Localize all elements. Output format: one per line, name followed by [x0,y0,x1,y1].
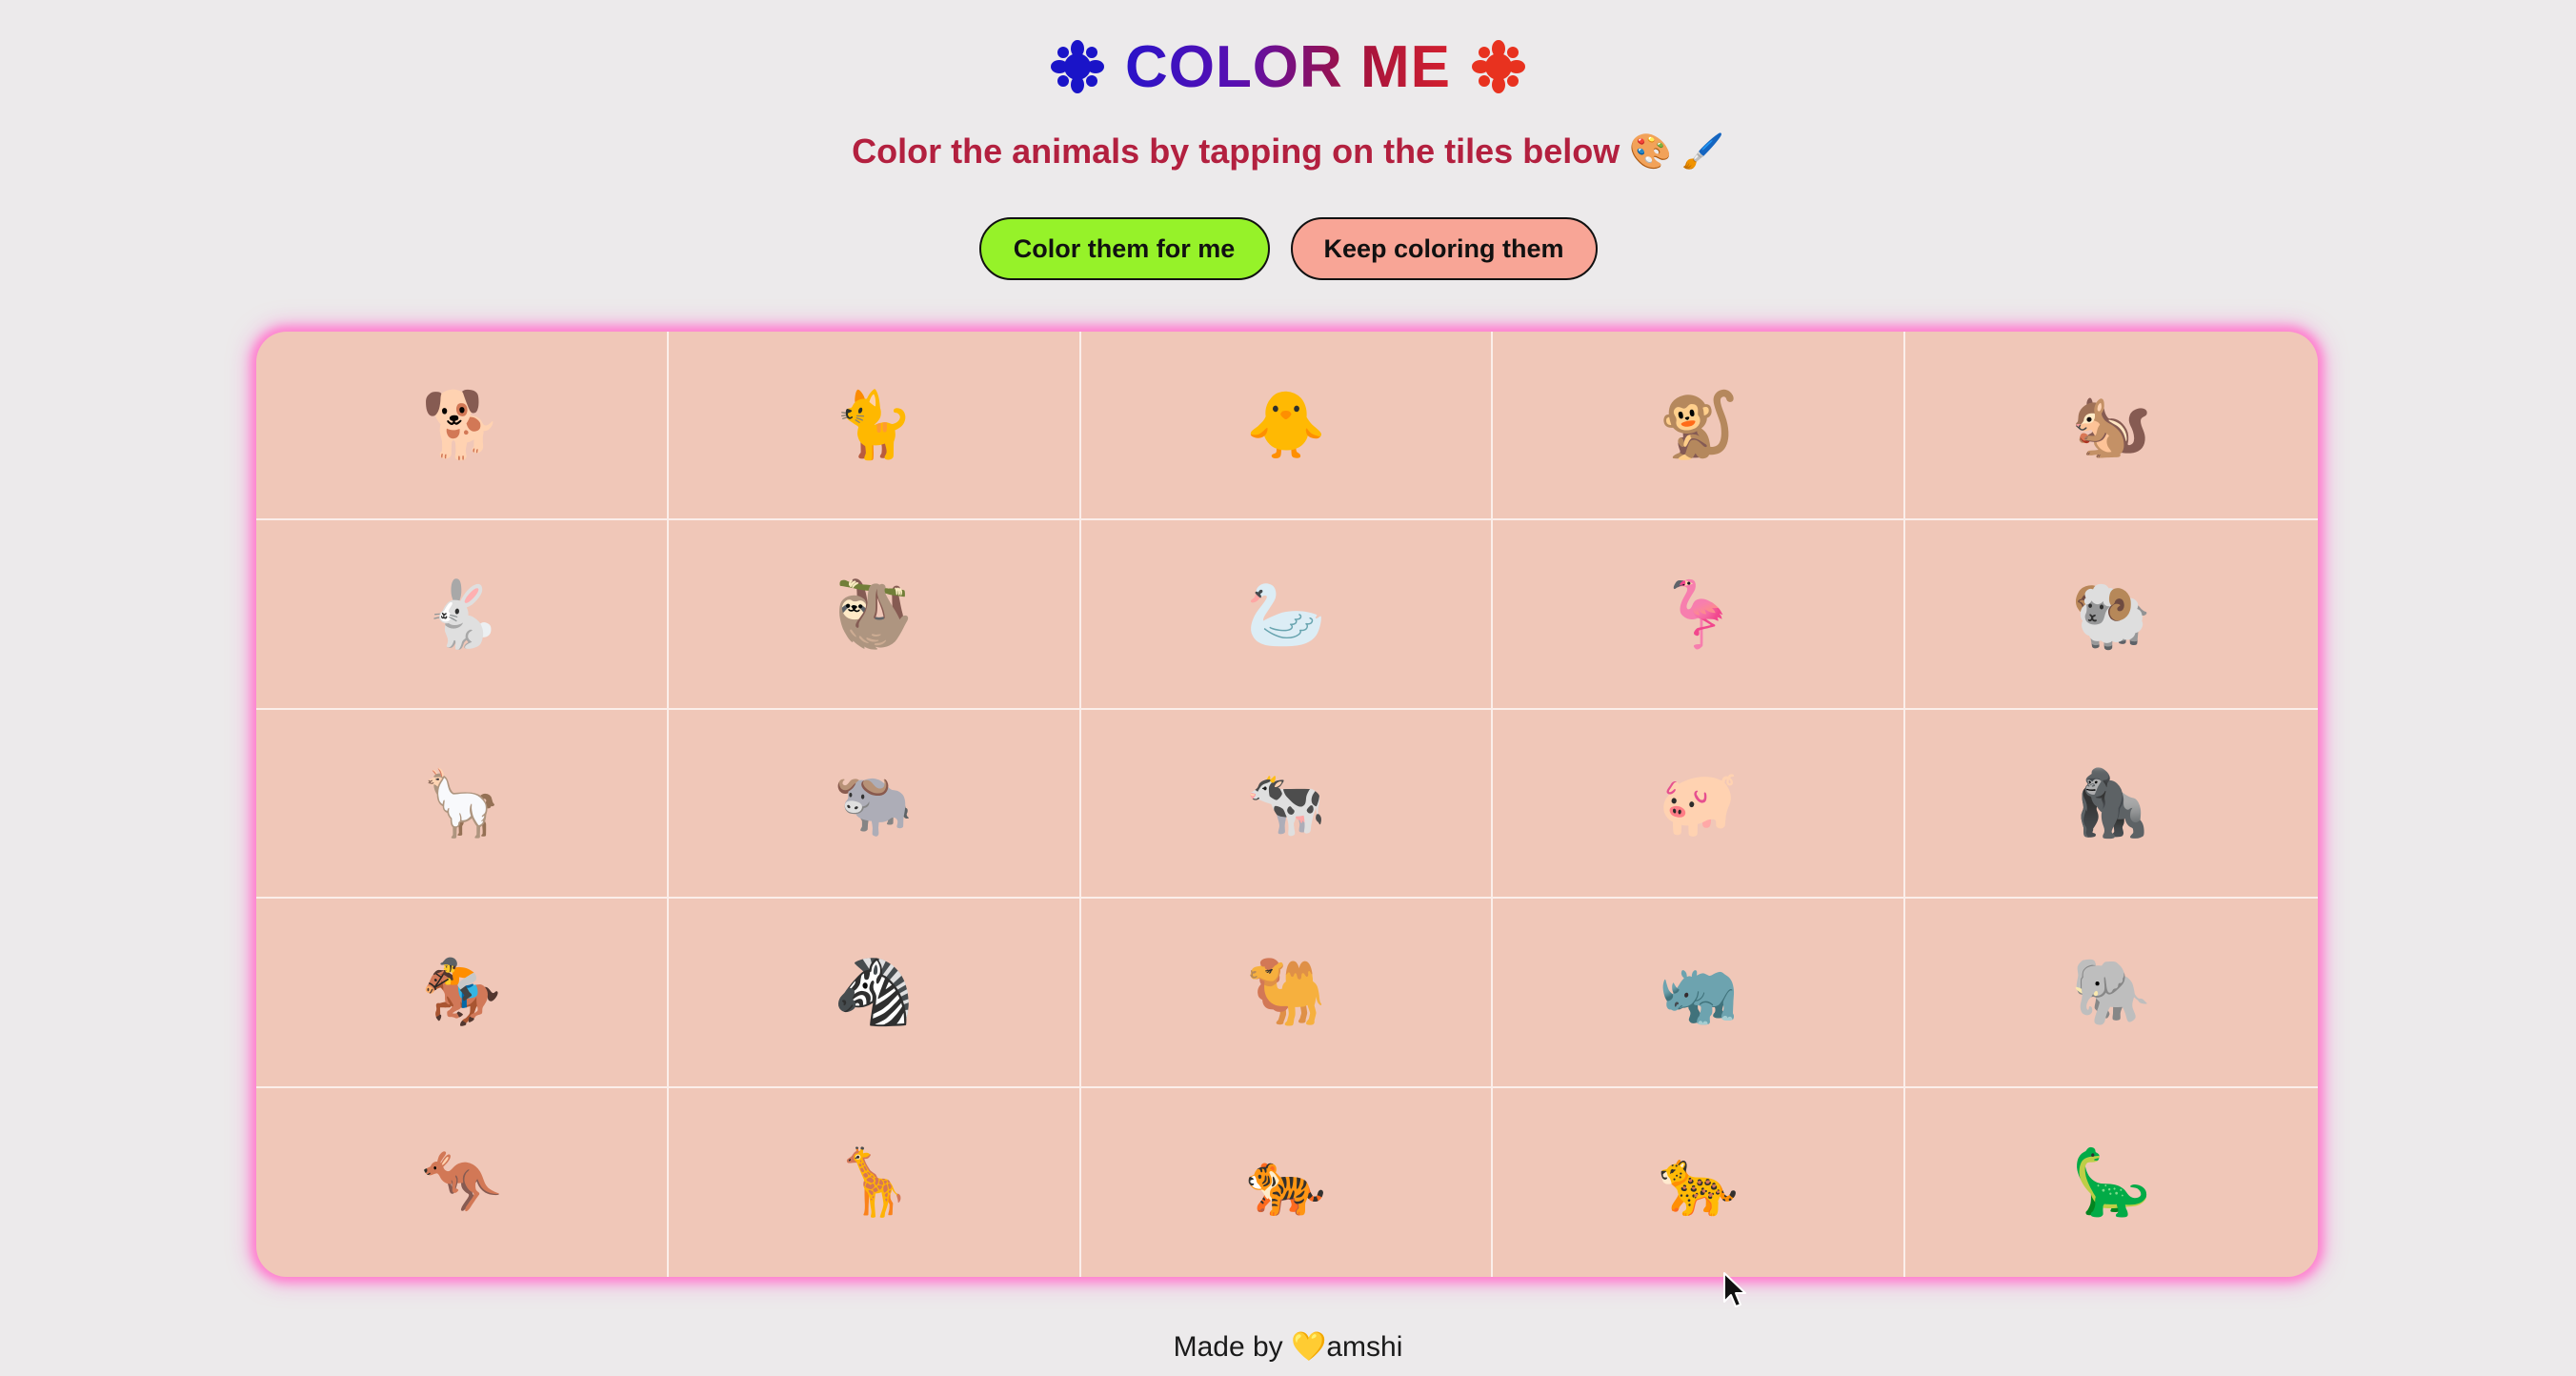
action-buttons: Color them for me Keep coloring them [0,217,2576,280]
tile-dog[interactable]: 🐕 [256,332,669,521]
tile-goose[interactable]: 🦢 [1080,520,1494,710]
tile-chick[interactable]: 🐥 [1080,332,1494,521]
tile-camel[interactable]: 🐫 [1080,899,1494,1088]
tile-rhinoceros[interactable]: 🦏 [1493,899,1906,1088]
tile-cat[interactable]: 🐈 [668,332,1081,521]
title-text: COLOR ME [1124,33,1452,100]
animal-tile-grid: 🐕 🐈 🐥 🐒 🐿️ 🐇 🦥 🦢 🦩 🐏 🦙 🐃 🐄 🐖 🦍 🏇 🦓 🐫 🦏 🐘… [256,332,2318,1277]
tile-llama[interactable]: 🦙 [256,709,669,900]
color-me-page: COLOR ME Color the animals by tapping on… [0,0,2576,1376]
tile-giraffe[interactable]: 🦒 [669,1087,1081,1277]
tile-leopard[interactable]: 🐆 [1493,1087,1906,1277]
tile-rabbit[interactable]: 🐇 [256,520,669,710]
mouse-cursor-icon [1723,1272,1746,1307]
tile-gorilla[interactable]: 🦍 [1905,710,2318,900]
tile-chipmunk[interactable]: 🐿️ [1905,332,2318,521]
paint-splat-red-icon [1472,40,1526,93]
subtitle: Color the animals by tapping on the tile… [852,132,1724,171]
tile-zebra[interactable]: 🦓 [668,899,1081,1088]
tile-water-buffalo[interactable]: 🐃 [668,709,1081,900]
tile-tiger[interactable]: 🐅 [1081,1087,1494,1277]
tile-sauropod[interactable]: 🦕 [1905,1088,2318,1277]
footer: Made by 💛amshi [0,1330,2576,1364]
tile-horse[interactable]: 🏇 [256,899,669,1088]
tile-kangaroo[interactable]: 🦘 [256,1087,669,1277]
tile-sloth[interactable]: 🦥 [668,520,1081,710]
tile-cow[interactable]: 🐄 [1080,709,1494,900]
footer-prefix: Made by [1173,1331,1291,1363]
tile-monkey[interactable]: 🐒 [1493,332,1906,521]
page-title: COLOR ME [0,29,2576,105]
tile-ram[interactable]: 🐏 [1905,520,2318,710]
color-them-for-me-button[interactable]: Color them for me [978,217,1270,280]
yellow-heart-icon: 💛 [1291,1331,1327,1363]
author-name: amshi [1326,1331,1403,1363]
tile-pig[interactable]: 🐖 [1493,709,1906,900]
keep-coloring-button[interactable]: Keep coloring them [1290,217,1598,280]
tile-elephant[interactable]: 🐘 [1905,899,2318,1088]
tile-flamingo[interactable]: 🦩 [1493,520,1906,710]
paint-splat-blue-icon [1050,40,1104,93]
